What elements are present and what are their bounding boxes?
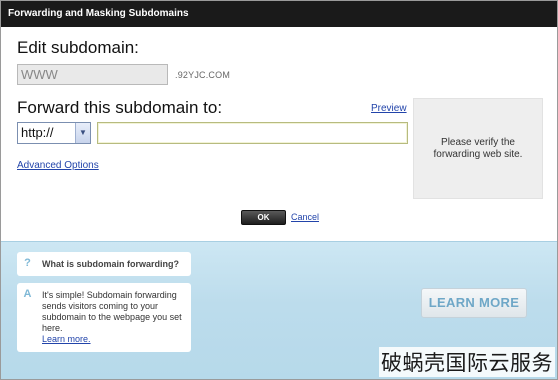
preview-link[interactable]: Preview — [371, 103, 407, 114]
help-answer: It's simple! Subdomain forwarding sends … — [42, 290, 190, 345]
edit-subdomain-label: Edit subdomain: — [17, 38, 139, 57]
protocol-selected-value: http:// — [21, 125, 54, 140]
ok-button[interactable]: OK — [241, 210, 286, 225]
forward-url-input[interactable] — [97, 122, 408, 144]
answer-icon: A — [23, 288, 32, 300]
domain-suffix: .92YJC.COM — [175, 70, 231, 80]
learn-more-button[interactable]: LEARN MORE — [421, 288, 527, 318]
subdomain-input[interactable]: WWW — [17, 64, 168, 85]
help-answer-text: It's simple! Subdomain forwarding sends … — [42, 290, 182, 333]
dialog-title: Forwarding and Masking Subdomains — [1, 1, 557, 27]
help-question-card: ? What is subdomain forwarding? — [17, 252, 191, 276]
help-answer-card: A It's simple! Subdomain forwarding send… — [17, 283, 191, 352]
chevron-down-icon[interactable]: ▼ — [75, 123, 90, 143]
cancel-link[interactable]: Cancel — [291, 212, 319, 222]
watermark: 破蜗壳国际云服务 — [379, 347, 555, 377]
protocol-select[interactable]: http:// ▼ — [17, 122, 91, 144]
forward-label: Forward this subdomain to: — [17, 98, 223, 117]
help-question: What is subdomain forwarding? — [42, 259, 179, 269]
learn-more-link[interactable]: Learn more. — [42, 334, 91, 344]
advanced-options-link[interactable]: Advanced Options — [17, 160, 99, 171]
verify-message-box: Please verify the forwarding web site. — [413, 98, 543, 199]
verify-message: Please verify the forwarding web site. — [433, 136, 523, 160]
forwarding-dialog: Forwarding and Masking Subdomains Edit s… — [0, 0, 558, 380]
question-icon: ? — [24, 257, 31, 269]
